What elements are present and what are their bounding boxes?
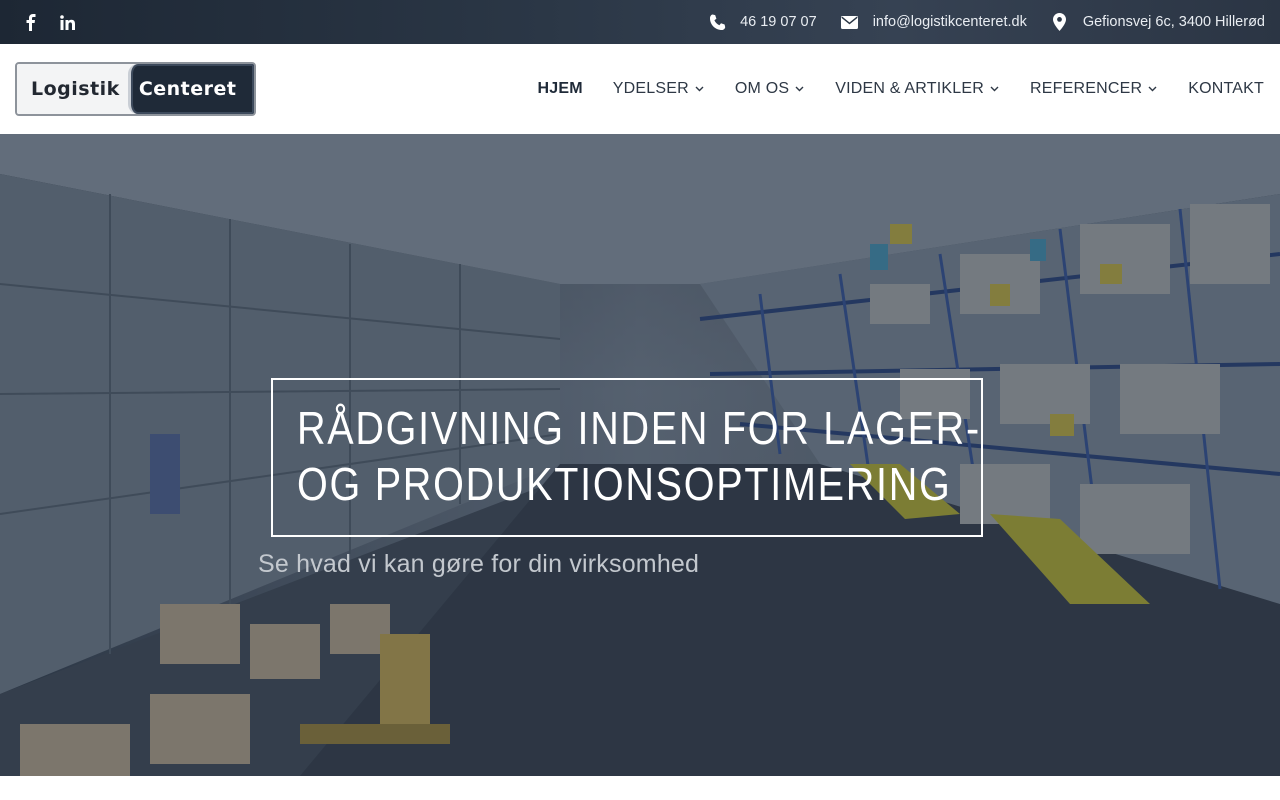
nav-item-referencer[interactable]: REFERENCER (1015, 44, 1173, 134)
hero-headline: RÅDGIVNING INDEN FOR LAGER- OG PRODUKTIO… (297, 400, 979, 512)
phone-icon (708, 13, 726, 31)
hero-subline: Se hvad vi kan gøre for din virksomhed (258, 550, 700, 578)
chevron-down-icon (1148, 84, 1158, 94)
social-links (0, 13, 76, 31)
phone-number: 46 19 07 07 (740, 14, 817, 30)
chevron-down-icon (695, 84, 705, 94)
nav-item-viden-artikler[interactable]: VIDEN & ARTIKLER (820, 44, 1015, 134)
email-address: info@logistikcenteret.dk (872, 14, 1027, 30)
nav-item-kontakt[interactable]: KONTAKT (1173, 44, 1264, 134)
envelope-icon (841, 13, 859, 31)
nav-item-ydelser[interactable]: YDELSER (598, 44, 720, 134)
nav-item-label: REFERENCER (1029, 80, 1143, 97)
phone-contact[interactable]: 46 19 07 07 (708, 13, 817, 31)
top-contact-bar: 46 19 07 07 info@logistikcenteret.dk Gef… (0, 0, 1280, 44)
nav-item-label: HJEM (537, 80, 583, 97)
linkedin-icon[interactable] (58, 13, 76, 31)
nav-item-label: YDELSER (612, 80, 689, 97)
contact-info: 46 19 07 07 info@logistikcenteret.dk Gef… (684, 13, 1280, 31)
email-contact[interactable]: info@logistikcenteret.dk (841, 13, 1027, 31)
nav-item-label: VIDEN & ARTIKLER (835, 80, 984, 97)
logistikcenteret-logo[interactable]: Logistik Centeret (15, 62, 256, 116)
nav-item-om-os[interactable]: OM OS (720, 44, 820, 134)
chevron-down-icon (990, 84, 1000, 94)
address-contact[interactable]: Gefionsvej 6c, 3400 Hillerød (1051, 13, 1265, 31)
chevron-down-icon (795, 84, 805, 94)
logo-text-left: Logistik (17, 64, 128, 114)
hero-headline-frame: RÅDGIVNING INDEN FOR LAGER- OG PRODUKTIO… (271, 378, 983, 537)
nav-item-hjem[interactable]: HJEM (523, 44, 598, 134)
main-navigation: HJEM YDELSER OM OS VIDEN & ARTIKLER REFE… (523, 44, 1280, 134)
map-marker-icon (1051, 13, 1069, 31)
hero-banner: RÅDGIVNING INDEN FOR LAGER- OG PRODUKTIO… (0, 134, 1280, 776)
hero-headline-line1: RÅDGIVNING INDEN FOR LAGER- (297, 402, 981, 454)
site-header: Logistik Centeret HJEM YDELSER OM OS VID… (0, 44, 1280, 134)
facebook-icon[interactable] (22, 13, 40, 31)
nav-item-label: KONTAKT (1188, 80, 1264, 97)
street-address: Gefionsvej 6c, 3400 Hillerød (1082, 14, 1265, 30)
logo-text-right: Centeret (127, 64, 254, 114)
hero-headline-line2: OG PRODUKTIONSOPTIMERING (297, 458, 952, 510)
nav-item-label: OM OS (734, 80, 790, 97)
